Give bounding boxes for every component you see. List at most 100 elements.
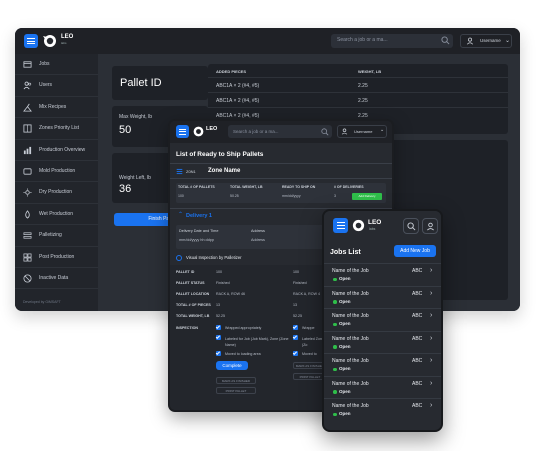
user-menu[interactable]: Username ⌄ [337,125,387,138]
logo-icon [43,35,56,47]
dry-icon [23,188,32,197]
page-title: Pallet ID [120,77,162,89]
menu-icon[interactable] [24,34,38,48]
sidebar-item-inactive-data[interactable]: Inactive Data [15,268,98,290]
deliveries-count: 3 [334,194,336,198]
sidebar-item-palletizing[interactable]: Palletizing [15,225,98,247]
mark-finished-button[interactable]: MARK AS FINISHED [216,377,256,384]
menu-icon[interactable] [176,125,189,138]
mold-icon [23,168,32,175]
address-label: Address [251,229,265,233]
sidebar-item-wet-production[interactable]: Wet Production [15,204,98,226]
pallet-id-value: 100 [216,270,222,274]
sidebar-item-label: Production Overview [39,146,86,153]
table-row[interactable]: ABC1A × 2 (#4, #5) 2.25 [208,92,508,107]
user-icon [466,37,474,45]
checkbox-labeled[interactable] [293,335,298,340]
search-placeholder: Search a job or a ma... [337,37,388,43]
wet-icon [25,210,30,219]
max-weight-value: 50 [119,124,132,136]
print-pallet-button[interactable]: PRINT PALLET [216,387,256,394]
status-dot [333,367,337,371]
checkbox-moved[interactable] [293,351,298,356]
sidebar-item-users[interactable]: Users [15,75,98,97]
checkbox-labeled[interactable] [216,335,221,340]
menu-icon[interactable] [333,218,348,233]
username: Username [354,129,373,134]
sidebar: Jobs Users Mix Recipes Zones Priority Li… [15,54,98,311]
job-code: ABC [412,335,423,342]
brand-name: LEO [368,219,382,226]
column-header: ADDED PIECES [216,69,247,74]
complete-button[interactable]: Complete [216,361,248,370]
max-weight-label: Max Weight, lb [119,114,152,120]
pallet-location-value: RACK A, ROW 4 [293,292,320,296]
sidebar-item-zones[interactable]: Zones Priority List [15,118,98,140]
weight-left-value: 36 [119,183,132,195]
job-name: Name of the Job [332,358,369,364]
status-dot [333,322,337,326]
sidebar-item-label: Jobs [39,61,50,67]
tablet-topbar: LEO Search a job or a ma... Username ⌄ [170,121,392,143]
table-row[interactable]: ABC1A × 2 (#4, #5) 2.25 [208,77,508,92]
sidebar-item-label: Mix Recipes [39,103,67,110]
user-icon [341,128,348,135]
logo-icon [193,126,204,137]
brand-sub: labs [369,227,376,231]
job-code: ABC [412,290,423,297]
list-item[interactable]: Name of the Job ABC Open › [324,285,441,309]
piece-name: ABC1A × 2 (#4, #5) [216,98,260,104]
chevron-right-icon: › [430,334,433,342]
post-icon [23,253,32,262]
search-button[interactable] [403,218,419,234]
list-item[interactable]: Name of the Job ABC Open › [324,263,441,286]
checkbox-moved[interactable] [216,351,221,356]
total-weight-label: TOTAL WEIGHT, LB [176,314,210,318]
chevron-right-icon: › [430,402,433,409]
total-pieces-value: 13 [293,303,297,307]
search-input[interactable]: Search a job or a ma... [228,125,332,138]
sidebar-item-dry-production[interactable]: Dry Production [15,182,98,204]
list-item[interactable]: Name of the Job ABC Open › [324,330,441,354]
sidebar-item-mold-production[interactable]: Mold Production [15,161,98,183]
user-icon [427,222,434,231]
delivery-title: Delivery 1 [186,213,212,219]
zone-header[interactable]: Z0N1 Zone Name [170,163,392,179]
sidebar-item-jobs[interactable]: Jobs [15,54,98,76]
list-item[interactable]: Name of the Job ABC Open › [324,353,441,376]
search-input[interactable]: Search a job or a ma... [331,34,453,48]
page-title: Jobs List [330,249,361,256]
job-code: ABC [412,380,423,387]
chevron-right-icon: › [430,289,433,297]
brand-name: LEO [206,126,218,132]
status-dot [333,345,337,349]
status-badge: Open [339,388,351,394]
sidebar-item-post-production[interactable]: Post Production [15,247,98,268]
list-item[interactable]: Name of the Job ABC Open › [324,375,441,399]
ship-date: mm/dd/yyyy [282,194,301,198]
checkbox-wrapped[interactable] [293,325,298,330]
chevron-right-icon: › [430,379,433,387]
user-button[interactable] [422,218,438,234]
radio-icon [176,254,182,261]
mix-icon [23,103,32,112]
list-item[interactable]: Name of the Job ABC Open › [324,398,441,421]
list-item[interactable]: Name of the Job ABC Open › [324,308,441,331]
pallet-icon [23,232,32,239]
pallet-status-value: Finished [216,281,230,285]
sidebar-item-label: Inactive Data [39,275,69,281]
delivery-date-label: Delivery Date and Time [179,229,219,233]
total-weight-value: 52.25 [216,314,225,318]
job-code: ABC [412,268,423,274]
add-delivery-button[interactable]: Add Delivery [352,193,382,200]
sidebar-item-production-overview[interactable]: Production Overview [15,140,98,161]
user-menu[interactable]: Username ⌄ [460,34,512,48]
checkbox-wrapped[interactable] [216,325,221,330]
add-new-job-button[interactable]: Add New Job [394,245,436,257]
pallet-id-label: PALLET ID [176,270,195,274]
zone-name: Zone Name [208,168,241,174]
pallet-id-card: Pallet ID [112,66,208,100]
sidebar-item-mix-recipes[interactable]: Mix Recipes [15,97,98,119]
box-icon [23,61,32,68]
job-name: Name of the Job [332,268,369,274]
